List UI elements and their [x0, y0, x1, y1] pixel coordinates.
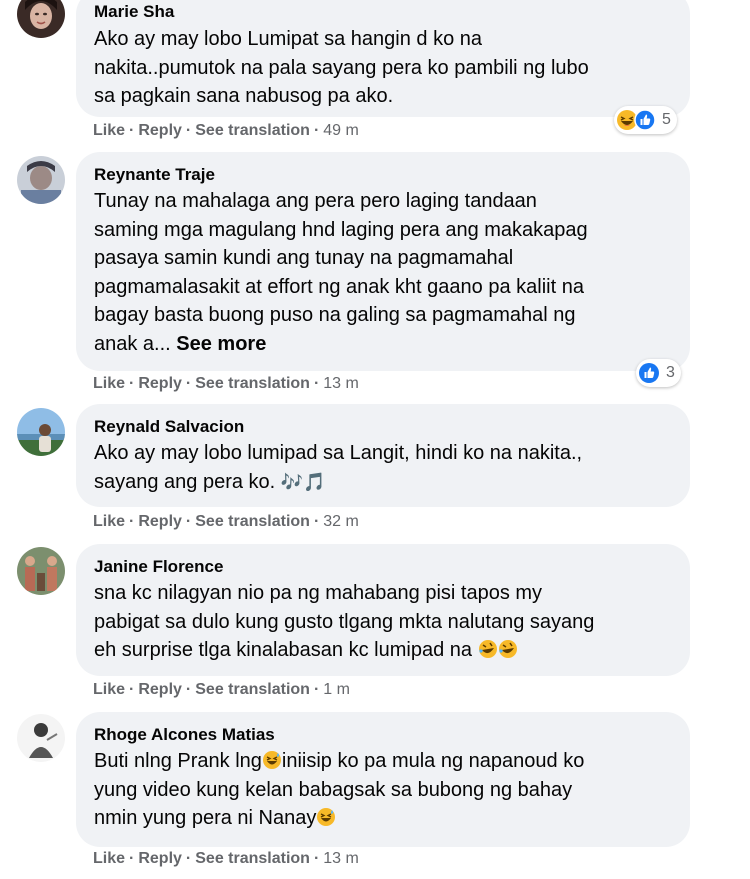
reply-button[interactable]: Reply: [138, 375, 182, 392]
comment-text-line: pasaya samin kundi ang tunay na pagmamah…: [94, 247, 514, 270]
reaction-summary[interactable]: 3: [636, 359, 681, 387]
comment-text-line: pagmamalasakit at effort ng anak kht gaa…: [94, 275, 584, 298]
separator-dot: ·: [129, 375, 135, 392]
comment-text-line: nakita..pumutok na pala sayang pera ko p…: [94, 56, 589, 79]
comment-text: sna kc nilagyan nio pa ng mahabang pisi …: [94, 579, 674, 665]
comment-actions: Like · Reply · See translation · 32 m: [93, 513, 359, 531]
comment-text: Ako ay may lobo Lumipat sa hangin d ko n…: [94, 25, 674, 111]
comment-text-line: Buti nlng Prank lng iniisip ko pa mula n…: [94, 747, 674, 776]
comment-text-line: sayang ang pera ko. 🎶🎵: [94, 468, 674, 498]
like-button[interactable]: Like: [93, 850, 125, 867]
reply-button[interactable]: Reply: [138, 513, 182, 530]
reply-button[interactable]: Reply: [138, 681, 182, 698]
grin-sweat-emoji-icon: [316, 807, 336, 827]
comment-text-line: Ako ay may lobo lumipad sa Langit, hindi…: [94, 442, 583, 464]
reaction-summary[interactable]: 5: [614, 106, 677, 134]
avatar[interactable]: [17, 0, 65, 38]
comment-text-line: bagay basta buong puso na galing sa pagm…: [94, 304, 576, 327]
comment-text-segment: Buti nlng Prank lng: [94, 750, 262, 772]
separator-dot: ·: [129, 681, 135, 698]
comment-text-line: sa pagkain sana nabusog pa ako.: [94, 85, 394, 108]
comment-actions: Like · Reply · See translation · 13 m: [93, 850, 359, 868]
see-more-link[interactable]: See more: [176, 333, 266, 355]
reply-button[interactable]: Reply: [138, 122, 182, 139]
comment-text: Tunay na mahalaga ang pera pero laging t…: [94, 187, 674, 359]
comment-timestamp[interactable]: 13 m: [323, 850, 359, 867]
like-button[interactable]: Like: [93, 122, 125, 139]
separator-dot: ·: [313, 375, 320, 392]
reaction-count: 5: [662, 111, 671, 128]
like-icon: [638, 362, 660, 384]
see-translation-link[interactable]: See translation: [195, 850, 310, 867]
see-translation-link[interactable]: See translation: [195, 122, 310, 139]
comment-text-line: yung video kung kelan babagsak sa bubong…: [94, 778, 573, 801]
separator-dot: ·: [185, 681, 192, 698]
comment-bubble: Marie Sha Ako ay may lobo Lumipat sa han…: [76, 0, 690, 117]
comment-author[interactable]: Reynante Traje: [94, 165, 215, 185]
comment-timestamp[interactable]: 32 m: [323, 513, 359, 530]
comment-timestamp[interactable]: 1 m: [323, 681, 350, 698]
comment-text-line: Tunay na mahalaga ang pera pero laging t…: [94, 190, 537, 212]
see-translation-link[interactable]: See translation: [195, 681, 310, 698]
separator-dot: ·: [185, 375, 192, 392]
separator-dot: ·: [129, 850, 135, 867]
separator-dot: ·: [313, 513, 320, 530]
rofl-emoji-icon: [478, 639, 498, 659]
comment-text-line: nmin yung pera ni Nanay: [94, 804, 674, 833]
comment-author[interactable]: Rhoge Alcones Matias: [94, 725, 275, 745]
comment-bubble: Reynald Salvacion Ako ay may lobo lumipa…: [76, 404, 690, 507]
music-notes-emoji: 🎶🎵: [280, 471, 326, 493]
comment-text-line: saming mga magulang hnd laging pera ang …: [94, 218, 588, 241]
comment-text-line: eh surprise tlga kinalabasan kc lumipad …: [94, 636, 674, 665]
comment-bubble: Rhoge Alcones Matias Buti nlng Prank lng…: [76, 712, 690, 847]
separator-dot: ·: [313, 850, 320, 867]
comment-author[interactable]: Reynald Salvacion: [94, 417, 244, 437]
truncated-text: anak a...: [94, 332, 171, 355]
comment-timestamp[interactable]: 13 m: [323, 375, 359, 392]
comment-author[interactable]: Janine Florence: [94, 557, 223, 577]
rofl-emoji-icon: [498, 639, 518, 659]
reaction-count: 3: [666, 364, 675, 381]
like-button[interactable]: Like: [93, 513, 125, 530]
comment-bubble: Janine Florence sna kc nilagyan nio pa n…: [76, 544, 690, 676]
separator-dot: ·: [129, 513, 135, 530]
comment-text: Ako ay may lobo lumipad sa Langit, hindi…: [94, 439, 674, 497]
comment-actions: Like · Reply · See translation · 13 m: [93, 375, 359, 393]
separator-dot: ·: [313, 681, 320, 698]
comment-actions: Like · Reply · See translation · 49 m: [93, 122, 359, 140]
comment-text-segment: eh surprise tlga kinalabasan kc lumipad …: [94, 639, 472, 662]
comment-author[interactable]: Marie Sha: [94, 2, 174, 22]
separator-dot: ·: [185, 513, 192, 530]
grin-sweat-emoji-icon: [262, 750, 282, 770]
comment-bubble: Reynante Traje Tunay na mahalaga ang per…: [76, 152, 690, 371]
see-translation-link[interactable]: See translation: [195, 513, 310, 530]
comment-text: Buti nlng Prank lng iniisip ko pa mula n…: [94, 747, 674, 833]
reply-button[interactable]: Reply: [138, 850, 182, 867]
comment-timestamp[interactable]: 49 m: [323, 122, 359, 139]
like-button[interactable]: Like: [93, 375, 125, 392]
avatar[interactable]: [17, 547, 65, 595]
avatar[interactable]: [17, 156, 65, 204]
comment-text-line: pabigat sa dulo kung gusto tlgang mkta n…: [94, 610, 595, 633]
separator-dot: ·: [185, 122, 192, 139]
separator-dot: ·: [185, 850, 192, 867]
like-icon: [634, 109, 656, 131]
comment-text-line: anak a... See more: [94, 330, 674, 359]
separator-dot: ·: [313, 122, 320, 139]
comment-actions: Like · Reply · See translation · 1 m: [93, 681, 350, 699]
separator-dot: ·: [129, 122, 135, 139]
comment-text-line: sna kc nilagyan nio pa ng mahabang pisi …: [94, 582, 543, 604]
avatar[interactable]: [17, 714, 65, 762]
comment-text-segment: sayang ang pera ko.: [94, 470, 276, 493]
like-button[interactable]: Like: [93, 681, 125, 698]
avatar[interactable]: [17, 408, 65, 456]
see-translation-link[interactable]: See translation: [195, 375, 310, 392]
comment-text-segment: nmin yung pera ni Nanay: [94, 807, 317, 830]
comment-text-segment: iniisip ko pa mula ng napanoud ko: [281, 750, 585, 772]
comment-text-line: Ako ay may lobo Lumipat sa hangin d ko n…: [94, 28, 483, 50]
